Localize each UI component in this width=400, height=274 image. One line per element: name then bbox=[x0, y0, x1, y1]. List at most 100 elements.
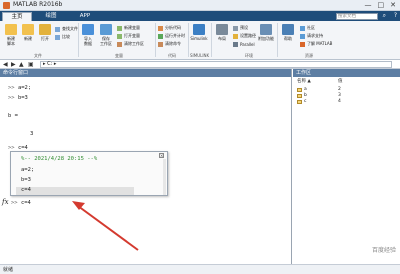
open-button[interactable]: 打开 bbox=[35, 24, 55, 41]
history-item-selected[interactable]: c=4 bbox=[21, 187, 31, 193]
community-icon bbox=[300, 25, 305, 31]
simulink-button[interactable]: Simulink bbox=[189, 24, 209, 41]
group-separator bbox=[155, 23, 156, 57]
command-line: >> a=2; bbox=[8, 85, 32, 91]
preferences-button[interactable]: 预设 bbox=[233, 25, 248, 31]
back-arrow-icon[interactable]: ◀ bbox=[3, 60, 8, 69]
workspace-variable-row[interactable]: c 4 bbox=[293, 99, 400, 105]
find-files-button[interactable]: 查找文件 bbox=[55, 26, 78, 32]
function-browser-icon[interactable]: fx bbox=[2, 198, 9, 206]
community-button[interactable]: 社区 bbox=[300, 25, 315, 31]
add-ons-button[interactable]: 附加功能 bbox=[256, 24, 276, 41]
group-label-variable: 变量 bbox=[115, 53, 123, 58]
window-title: MATLAB R2016b bbox=[13, 1, 63, 8]
workspace-variable-row[interactable]: a 2 bbox=[293, 87, 400, 93]
close-icon[interactable]: × bbox=[159, 153, 164, 158]
analyze-code-icon bbox=[158, 25, 163, 31]
run-and-time-button[interactable]: 运行并计时 bbox=[158, 33, 185, 39]
import-data-icon bbox=[82, 24, 94, 35]
save-workspace-icon bbox=[100, 24, 112, 35]
new-variable-button[interactable]: 新建变量 bbox=[117, 25, 140, 31]
command-output: b = bbox=[8, 113, 18, 119]
history-item[interactable]: a=2; bbox=[21, 167, 34, 173]
minimize-button[interactable]: — bbox=[365, 1, 372, 10]
command-input[interactable]: >> c=4 bbox=[11, 200, 31, 206]
history-session-header: %-- 2021/4/28 20:15 --% bbox=[21, 156, 98, 162]
parallel-button[interactable]: Parallel bbox=[233, 41, 255, 47]
group-label-code: 代码 bbox=[168, 53, 176, 58]
title-bar: MATLAB R2016b — □ ✕ bbox=[0, 0, 400, 11]
command-window-title: 命令行窗口 bbox=[0, 69, 291, 77]
status-text: 就绪 bbox=[3, 267, 14, 273]
search-documentation-input[interactable]: 搜索文档 bbox=[336, 13, 378, 20]
group-label-environment: 环境 bbox=[245, 53, 253, 58]
address-bar: ◀ ▶ ▲ ▣ ▸ C: ▸ bbox=[0, 60, 400, 69]
status-bar: 就绪 bbox=[0, 264, 400, 274]
group-label-simulink: SIMULINK bbox=[190, 53, 210, 58]
command-history-popup[interactable]: × %-- 2021/4/28 20:15 --% a=2; b=3 c=4 bbox=[10, 151, 168, 196]
open-icon bbox=[39, 24, 51, 35]
clear-workspace-button[interactable]: 清除工作区 bbox=[117, 41, 144, 47]
tab-home[interactable]: 主页 bbox=[2, 12, 32, 21]
clear-commands-button[interactable]: 清除命令 bbox=[158, 41, 181, 47]
variable-icon bbox=[297, 94, 302, 98]
open-variable-button[interactable]: 打开变量 bbox=[117, 33, 140, 39]
close-button[interactable]: ✕ bbox=[390, 1, 396, 10]
command-output: 3 bbox=[30, 131, 34, 137]
group-label-resources: 资源 bbox=[305, 53, 313, 58]
layout-icon bbox=[216, 24, 228, 35]
set-path-icon bbox=[233, 33, 238, 39]
layout-button[interactable]: 布局 bbox=[212, 24, 232, 41]
clear-workspace-icon bbox=[117, 41, 122, 47]
toolstrip: 新建 脚本 新建 打开 查找文件 比较 文件 导入 数据 保存 工作区 新建变量… bbox=[0, 21, 400, 60]
open-variable-icon bbox=[117, 33, 122, 39]
current-folder-path[interactable]: ▸ C: ▸ bbox=[40, 61, 392, 68]
workspace-variable-row[interactable]: b 3 bbox=[293, 93, 400, 99]
tab-plots[interactable]: 绘图 bbox=[38, 12, 64, 21]
request-support-icon bbox=[300, 33, 305, 39]
save-workspace-button[interactable]: 保存 工作区 bbox=[96, 24, 116, 46]
ribbon-tabs: 主页 绘图 APP 搜索文档 ⌕ ? bbox=[0, 11, 400, 21]
variable-icon bbox=[297, 100, 302, 104]
help-icon bbox=[282, 24, 294, 35]
variable-icon bbox=[297, 88, 302, 92]
import-data-button[interactable]: 导入 数据 bbox=[78, 24, 98, 46]
group-label-file: 文件 bbox=[34, 53, 42, 58]
run-time-icon bbox=[158, 33, 163, 39]
command-line: >> b=3 bbox=[8, 95, 28, 101]
history-selection-highlight bbox=[16, 187, 134, 195]
compare-icon bbox=[55, 34, 60, 40]
set-path-button[interactable]: 设置路径 bbox=[233, 33, 256, 39]
watermark: 百度经验 bbox=[371, 247, 396, 254]
help-button[interactable]: 帮助 bbox=[278, 24, 298, 41]
browse-folder-icon[interactable]: ▣ bbox=[28, 60, 34, 69]
folder-up-icon[interactable]: ▲ bbox=[19, 60, 24, 69]
matlab-logo-icon bbox=[3, 2, 10, 9]
history-scrollbar[interactable] bbox=[163, 159, 166, 195]
learn-matlab-button[interactable]: 了解 MATLAB bbox=[300, 41, 332, 47]
analyze-code-button[interactable]: 分析代码 bbox=[158, 25, 181, 31]
tab-apps[interactable]: APP bbox=[72, 12, 98, 21]
request-support-button[interactable]: 请求支持 bbox=[300, 33, 323, 39]
maximize-button[interactable]: □ bbox=[378, 1, 385, 10]
history-item[interactable]: b=3 bbox=[21, 177, 31, 183]
forward-arrow-icon[interactable]: ▶ bbox=[11, 60, 16, 69]
learn-matlab-icon bbox=[300, 41, 305, 47]
clear-commands-icon bbox=[158, 41, 163, 47]
help-dropdown-icon[interactable]: ? bbox=[394, 12, 397, 19]
command-window[interactable]: 命令行窗口 >> a=2; >> b=3 b = 3 >> c=4 × %-- … bbox=[0, 69, 292, 264]
search-icon[interactable]: ⌕ bbox=[383, 12, 386, 20]
workspace-column-name[interactable]: 名称 ▲ bbox=[297, 79, 311, 85]
new-variable-icon bbox=[117, 25, 122, 31]
workspace-panel: 工作区 名称 ▲ 值 a 2 b 3 c 4 bbox=[293, 69, 400, 264]
new-script-icon bbox=[5, 24, 17, 35]
compare-button[interactable]: 比较 bbox=[55, 34, 70, 40]
find-files-icon bbox=[55, 26, 60, 32]
new-icon bbox=[22, 24, 34, 35]
simulink-icon bbox=[193, 24, 205, 35]
workspace-column-value[interactable]: 值 bbox=[338, 79, 343, 85]
preferences-icon bbox=[233, 25, 238, 31]
parallel-icon bbox=[233, 41, 238, 47]
workspace-title: 工作区 bbox=[293, 69, 400, 77]
add-ons-icon bbox=[260, 24, 272, 35]
